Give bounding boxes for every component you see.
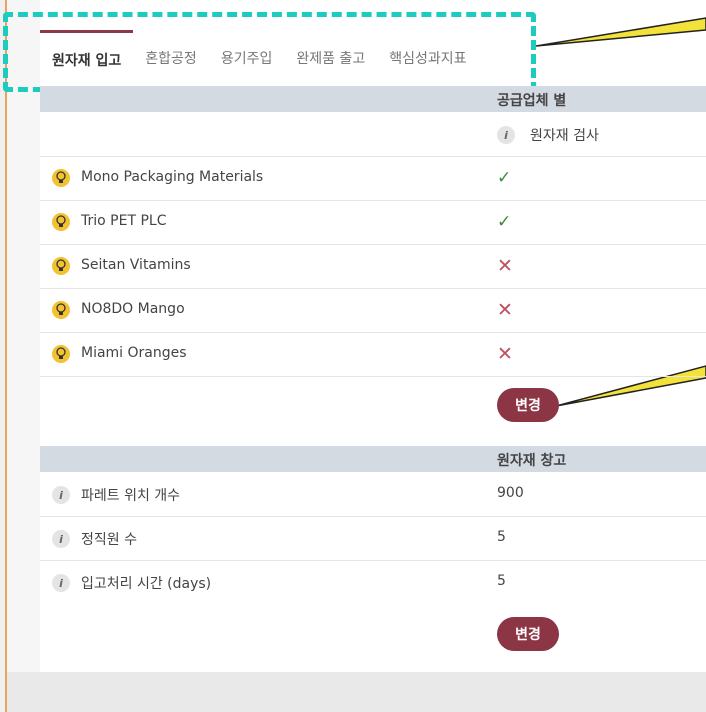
- warehouse-section-header: 원자재 창고: [40, 446, 706, 472]
- tab-kpi[interactable]: 핵심성과지표: [377, 30, 478, 86]
- supplier-name: Mono Packaging Materials: [81, 169, 264, 185]
- supplier-row: Trio PET PLC ✓: [40, 200, 706, 245]
- supplier-row: NO8DO Mango ✕: [40, 288, 706, 333]
- supplier-name: Seitan Vitamins: [81, 257, 191, 273]
- tab-finished-goods-shipping[interactable]: 완제품 출고: [284, 30, 377, 86]
- supplier-section-title: 공급업체 별: [497, 93, 567, 109]
- warehouse-field-label: 입고처리 시간 (days): [81, 576, 212, 592]
- tab-container-filling[interactable]: 용기주입: [209, 30, 285, 86]
- check-icon: ✓: [497, 168, 512, 188]
- column-header-row: i 원자재 검사: [40, 112, 706, 157]
- info-icon[interactable]: i: [52, 574, 70, 592]
- supplier-row: Mono Packaging Materials ✓: [40, 156, 706, 201]
- check-icon: ✓: [497, 212, 512, 232]
- bottom-strip: [7, 672, 706, 712]
- warehouse-row: i 파레트 위치 개수 900: [40, 472, 706, 517]
- cross-icon: ✕: [497, 299, 513, 321]
- supplier-name: NO8DO Mango: [81, 301, 185, 317]
- warehouse-field-label: 정직원 수: [81, 532, 137, 548]
- warehouse-field-value: 5: [497, 573, 506, 589]
- warehouse-field-value: 5: [497, 529, 506, 545]
- supplier-change-button[interactable]: 변경: [497, 388, 559, 422]
- lightbulb-icon: [52, 345, 70, 363]
- warehouse-field-label: 파레트 위치 개수: [81, 488, 181, 504]
- info-icon[interactable]: i: [52, 486, 70, 504]
- supplier-section-header: 공급업체 별: [40, 86, 706, 112]
- cross-icon: ✕: [497, 255, 513, 277]
- lightbulb-icon: [52, 257, 70, 275]
- supplier-row: Miami Oranges ✕: [40, 332, 706, 377]
- lightbulb-icon: [52, 213, 70, 231]
- warehouse-field-value: 900: [497, 485, 524, 501]
- info-icon[interactable]: i: [52, 530, 70, 548]
- lightbulb-icon: [52, 169, 70, 187]
- inspection-column-label: 원자재 검사: [530, 128, 599, 144]
- warehouse-section-title: 원자재 창고: [497, 453, 567, 469]
- warehouse-row: i 입고처리 시간 (days) 5: [40, 560, 706, 604]
- warehouse-row: i 정직원 수 5: [40, 516, 706, 561]
- left-border: [0, 0, 7, 712]
- tab-bar: 원자재 입고 혼합공정 용기주입 완제품 출고 핵심성과지표: [40, 30, 706, 86]
- warehouse-change-button[interactable]: 변경: [497, 617, 559, 651]
- supplier-row: Seitan Vitamins ✕: [40, 244, 706, 289]
- supplier-name: Trio PET PLC: [81, 213, 167, 229]
- cross-icon: ✕: [497, 343, 513, 365]
- supplier-name: Miami Oranges: [81, 345, 187, 361]
- info-icon[interactable]: i: [497, 126, 515, 144]
- lightbulb-icon: [52, 301, 70, 319]
- tab-mixing-process[interactable]: 혼합공정: [133, 30, 209, 86]
- tab-raw-material-receiving[interactable]: 원자재 입고: [40, 30, 134, 86]
